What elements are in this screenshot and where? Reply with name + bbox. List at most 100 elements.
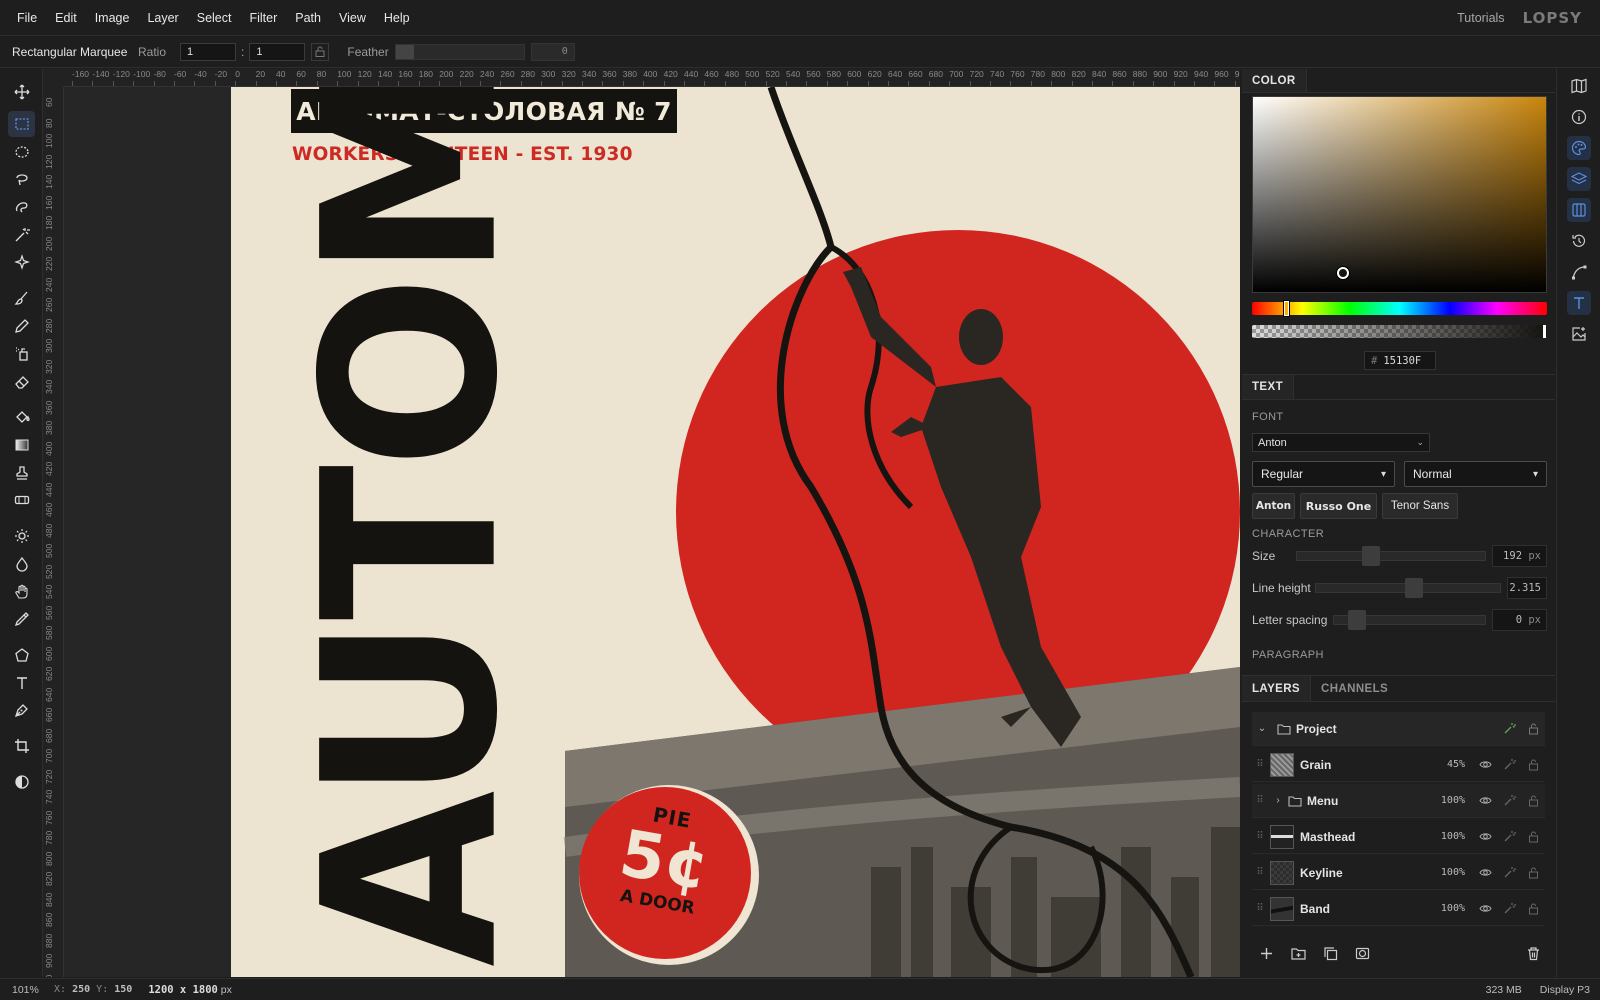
crop-tool[interactable] [8, 733, 35, 759]
rect-marquee-tool[interactable] [8, 111, 35, 137]
pencil-tool[interactable] [8, 313, 35, 339]
layer-fx-button[interactable] [1497, 753, 1521, 777]
size-slider-handle[interactable] [1362, 546, 1380, 566]
layer-row-keyline[interactable]: ⠿ Keyline 100% [1252, 856, 1545, 890]
tab-color[interactable]: COLOR [1242, 69, 1307, 92]
drag-handle-icon[interactable]: ⠿ [1252, 831, 1268, 842]
tab-channels[interactable]: CHANNELS [1311, 676, 1398, 701]
feather-slider[interactable] [394, 43, 525, 60]
layer-fx-button[interactable] [1497, 717, 1521, 741]
menu-view[interactable]: View [330, 11, 375, 25]
feather-value[interactable]: 0 [530, 42, 575, 61]
chevron-right-icon[interactable]: › [1268, 795, 1288, 806]
canvas-workspace[interactable]: АВТОМАТ-СТОЛОВАЯ № 7 WORKERS' CANTEEN - … [64, 87, 1240, 977]
menu-select[interactable]: Select [188, 11, 241, 25]
recent-font-anton[interactable]: Anton [1252, 493, 1295, 519]
chevron-down-icon[interactable]: ⌄ [1252, 723, 1272, 734]
drag-handle-icon[interactable]: ⠿ [1252, 759, 1268, 770]
alpha-slider-handle[interactable] [1543, 325, 1546, 338]
layer-fx-button[interactable] [1497, 789, 1521, 813]
layer-row-masthead[interactable]: ⠿ Masthead 100% [1252, 820, 1545, 854]
layer-fx-button[interactable] [1497, 897, 1521, 921]
bucket-tool[interactable] [8, 404, 35, 430]
text-tool[interactable] [8, 670, 35, 696]
object-select-tool[interactable] [8, 249, 35, 275]
layer-row-grain[interactable]: ⠿ Grain 45% [1252, 748, 1545, 782]
feather-slider-handle[interactable] [395, 44, 414, 59]
layer-row-band[interactable]: ⠿ Band 100% [1252, 892, 1545, 926]
alpha-slider[interactable] [1252, 325, 1547, 338]
eyedropper-tool[interactable] [8, 606, 35, 632]
saturation-value-picker[interactable] [1252, 96, 1547, 293]
contrast-toggle[interactable] [8, 769, 35, 795]
visibility-toggle[interactable] [1473, 897, 1497, 921]
tab-layers[interactable]: LAYERS [1242, 676, 1311, 701]
mask-button[interactable] [1350, 941, 1374, 965]
paths-toggle[interactable] [1567, 260, 1591, 284]
tab-text[interactable]: TEXT [1242, 375, 1294, 399]
info-toggle[interactable] [1567, 105, 1591, 129]
layer-fx-button[interactable] [1497, 825, 1521, 849]
layer-lock-button[interactable] [1521, 753, 1545, 777]
layer-lock-button[interactable] [1521, 897, 1545, 921]
stamp-tool[interactable] [8, 460, 35, 486]
menu-path[interactable]: Path [286, 11, 330, 25]
menu-help[interactable]: Help [375, 11, 419, 25]
dodge-tool[interactable] [8, 523, 35, 549]
layer-lock-button[interactable] [1521, 789, 1545, 813]
history-toggle[interactable] [1567, 229, 1591, 253]
drag-handle-icon[interactable]: ⠿ [1252, 867, 1268, 878]
patch-tool[interactable] [8, 487, 35, 513]
layer-lock-button[interactable] [1521, 861, 1545, 885]
lasso-tool[interactable] [8, 166, 35, 192]
document-canvas[interactable]: АВТОМАТ-СТОЛОВАЯ № 7 WORKERS' CANTEEN - … [231, 87, 1240, 977]
line-height-slider-handle[interactable] [1405, 578, 1423, 598]
visibility-toggle[interactable] [1473, 825, 1497, 849]
menu-image[interactable]: Image [86, 11, 139, 25]
magic-wand-tool[interactable] [8, 222, 35, 248]
clone-tool[interactable] [8, 341, 35, 367]
new-group-button[interactable] [1286, 941, 1310, 965]
text-panel-toggle[interactable] [1567, 291, 1591, 315]
move-tool[interactable] [8, 79, 35, 105]
visibility-toggle[interactable] [1473, 861, 1497, 885]
layer-group-project[interactable]: ⌄ Project [1252, 712, 1545, 746]
shape-tool[interactable] [8, 642, 35, 668]
layer-fx-button[interactable] [1497, 861, 1521, 885]
zoom-level[interactable]: 101% [0, 984, 52, 996]
layer-group-menu[interactable]: ⠿ › Menu 100% [1252, 784, 1545, 818]
recent-font-tenor-sans[interactable]: Tenor Sans [1382, 493, 1458, 519]
hue-slider[interactable] [1252, 301, 1547, 316]
pen-tool[interactable] [8, 697, 35, 723]
drag-handle-icon[interactable]: ⠿ [1252, 795, 1268, 806]
menu-layer[interactable]: Layer [138, 11, 187, 25]
hex-input[interactable]: # 15130F [1364, 351, 1436, 370]
visibility-toggle[interactable] [1473, 753, 1497, 777]
channels-panel-toggle[interactable] [1567, 198, 1591, 222]
size-value-field[interactable]: 192 px [1492, 545, 1547, 567]
menu-file[interactable]: File [8, 11, 46, 25]
hex-value[interactable]: 15130F [1383, 355, 1421, 367]
ellipse-marquee-tool[interactable] [8, 139, 35, 165]
navigator-toggle[interactable] [1567, 74, 1591, 98]
color-picker-handle[interactable] [1337, 267, 1349, 279]
poster-vertical-word[interactable]: AUTOMAT [271, 87, 550, 967]
font-style-select[interactable]: Regular ▾ [1252, 461, 1395, 487]
ratio-height-input[interactable] [249, 42, 306, 61]
line-height-slider[interactable] [1315, 578, 1501, 598]
hue-slider-handle[interactable] [1284, 301, 1289, 316]
brush-tool[interactable] [8, 285, 35, 311]
image-adjust-toggle[interactable] [1567, 322, 1591, 346]
quick-select-tool[interactable] [8, 194, 35, 220]
ratio-width-input[interactable] [180, 42, 237, 61]
font-weight-select[interactable]: Normal ▾ [1404, 461, 1547, 487]
new-layer-button[interactable] [1254, 941, 1278, 965]
drag-handle-icon[interactable]: ⠿ [1252, 903, 1268, 914]
font-family-select[interactable]: Anton ⌄ [1252, 433, 1430, 452]
letter-spacing-value-field[interactable]: 0 px [1492, 609, 1547, 631]
line-height-value[interactable]: 2.315 [1507, 577, 1547, 599]
delete-layer-button[interactable] [1521, 941, 1545, 965]
letter-spacing-slider-handle[interactable] [1348, 610, 1366, 630]
color-panel-toggle[interactable] [1567, 136, 1591, 160]
menu-filter[interactable]: Filter [240, 11, 286, 25]
